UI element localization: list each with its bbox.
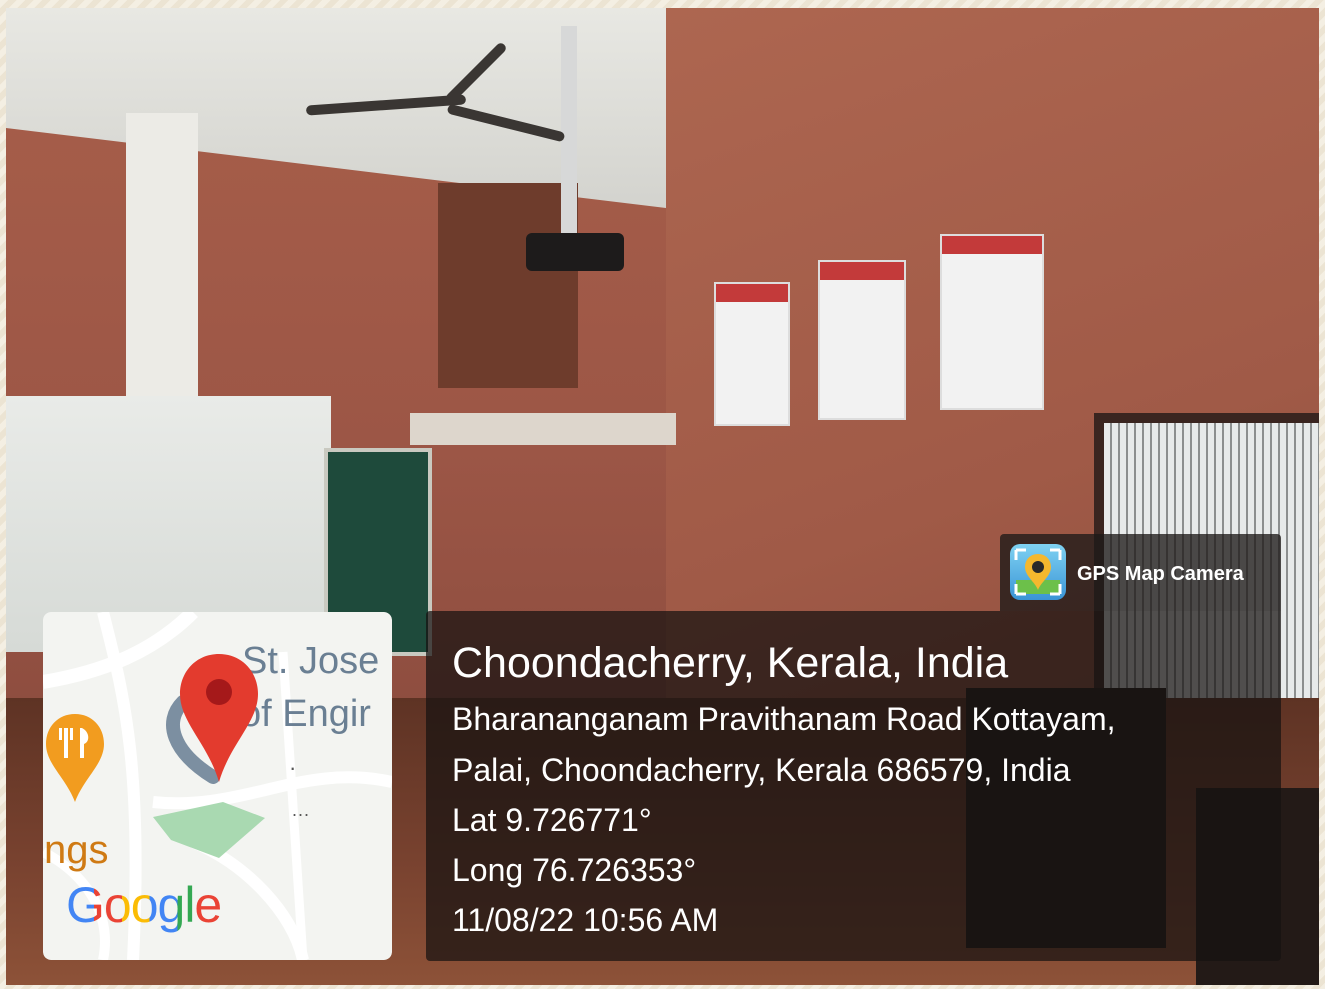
wall-panel bbox=[438, 183, 578, 388]
map-more-dots: ... bbox=[292, 800, 311, 820]
app-name: GPS Map Camera bbox=[1077, 563, 1244, 585]
projector-mount bbox=[561, 26, 577, 236]
gps-map-camera-app-icon bbox=[1010, 544, 1066, 600]
map-dot: · bbox=[289, 755, 297, 780]
google-logo-text: Google bbox=[66, 877, 222, 933]
shelf bbox=[410, 413, 676, 445]
wall-poster bbox=[818, 260, 906, 420]
address-line-2: Palai, Choondacherry, Kerala 686579, Ind… bbox=[452, 752, 1071, 788]
longitude: Long 76.726353° bbox=[452, 852, 697, 888]
wall-poster bbox=[940, 234, 1044, 410]
app-badge: GPS Map Camera bbox=[1000, 534, 1281, 611]
pillar bbox=[126, 113, 198, 403]
google-attribution: Google bbox=[66, 876, 222, 934]
wall-poster bbox=[714, 282, 790, 426]
address-line-1: Bharananganam Pravithanam Road Kottayam, bbox=[452, 701, 1116, 737]
latitude: Lat 9.726771° bbox=[452, 802, 652, 838]
projector bbox=[526, 233, 624, 271]
map-edge-label: ngs bbox=[44, 828, 109, 872]
location-info-panel: Choondacherry, Kerala, India Bharanangan… bbox=[426, 611, 1281, 961]
place-name: Choondacherry, Kerala, India bbox=[452, 639, 1009, 687]
timestamp: 11/08/22 10:56 AM bbox=[452, 902, 719, 938]
location-pin-icon bbox=[180, 654, 258, 782]
map-poi-label: St. Jose bbox=[242, 640, 380, 682]
restaurant-icon bbox=[46, 714, 104, 802]
